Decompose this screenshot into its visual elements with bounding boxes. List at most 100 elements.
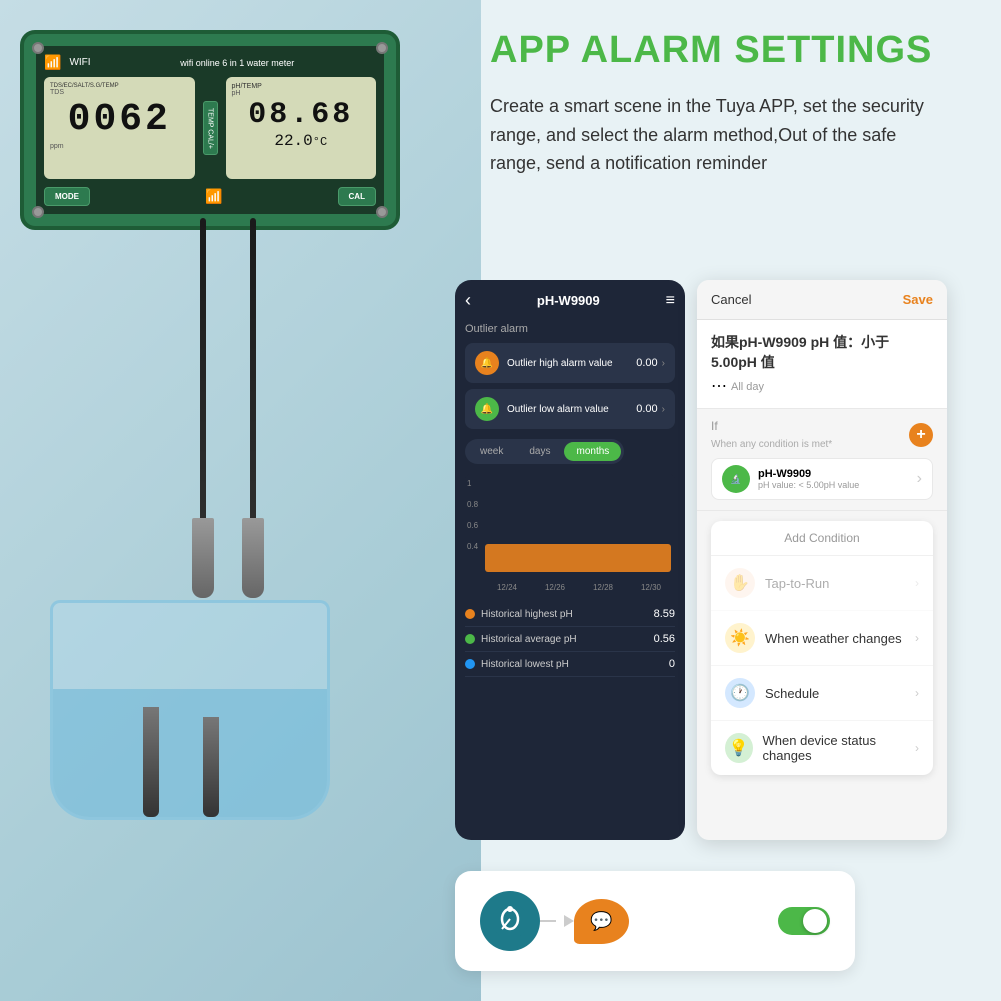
option-weather-changes[interactable]: ☀️ When weather changes › bbox=[711, 611, 933, 666]
chevron-schedule: › bbox=[915, 686, 919, 700]
header-area: APP ALARM SETTINGS Create a smart scene … bbox=[490, 30, 970, 178]
tds-unit-label: TDS bbox=[50, 89, 189, 96]
screw-bl bbox=[32, 206, 44, 218]
probe-tip-left bbox=[192, 518, 214, 598]
y-label-4: 0.4 bbox=[467, 542, 478, 551]
sun-icon: ☀️ bbox=[725, 623, 755, 653]
stat-lowest-value: 0 bbox=[669, 658, 675, 670]
condition-device-icon: 🔬 bbox=[722, 465, 750, 493]
chevron-device: › bbox=[917, 470, 922, 488]
bottom-card: 💬 bbox=[455, 871, 855, 971]
chart-x-labels: 12/24 12/26 12/28 12/30 bbox=[483, 583, 675, 592]
center-buttons: TEMP CAL/+ bbox=[203, 77, 218, 179]
stat-average-label: Historical average pH bbox=[481, 634, 577, 645]
alarm-row-low[interactable]: 🔔 Outlier low alarm value 0.00 › bbox=[465, 389, 675, 429]
period-selector: week days months bbox=[465, 439, 624, 464]
wifi-icon: 📶 bbox=[44, 54, 61, 71]
ph-panel-label: pH/TEMP bbox=[232, 83, 262, 90]
meter-displays: TDS/EC/SALT/S.G/TEMP TDS 0062 ppm TEMP C… bbox=[44, 77, 376, 179]
alarm-icon-low: 🔔 bbox=[475, 397, 499, 421]
wifi-label: WIFI bbox=[69, 57, 90, 68]
save-button[interactable]: Save bbox=[903, 292, 933, 307]
option-tap-to-run: ✋ Tap-to-Run › bbox=[711, 556, 933, 611]
ph-unit-label: pH bbox=[232, 90, 371, 97]
device-name: pH-W9909 bbox=[758, 468, 859, 480]
tap-to-run-label: Tap-to-Run bbox=[765, 576, 829, 591]
temp-cal-btn[interactable]: TEMP CAL/+ bbox=[203, 101, 218, 156]
ppm-label: ppm bbox=[50, 143, 189, 150]
chat-bubble: 💬 bbox=[574, 899, 629, 944]
temp-num: 22.0 bbox=[274, 132, 312, 150]
condition-header: Cancel Save bbox=[697, 280, 947, 320]
option-schedule[interactable]: 🕐 Schedule › bbox=[711, 666, 933, 721]
add-condition-title: Add Condition bbox=[711, 521, 933, 556]
alarm-row-high[interactable]: 🔔 Outlier high alarm value 0.00 › bbox=[465, 343, 675, 383]
weather-changes-label: When weather changes bbox=[765, 631, 902, 646]
hand-icon: ✋ bbox=[725, 568, 755, 598]
stat-highest-value: 8.59 bbox=[654, 608, 675, 620]
glass-body bbox=[50, 600, 330, 820]
mode-btn[interactable]: MODE bbox=[44, 187, 90, 206]
meter-content: 📶 WIFI wifi online 6 in 1 water meter TD… bbox=[36, 46, 384, 214]
wifi-sym: 📶 bbox=[205, 188, 222, 205]
phone-app-screen: ‹ pH-W9909 ≡ Outlier alarm 🔔 Outlier hig… bbox=[455, 280, 685, 840]
cal-btn[interactable]: CAL bbox=[338, 187, 376, 206]
alarm-high-value: 0.00 bbox=[636, 357, 657, 369]
x-label-2: 12/26 bbox=[545, 583, 565, 592]
add-condition-icon[interactable]: + bbox=[909, 423, 933, 447]
meter-header: 📶 WIFI wifi online 6 in 1 water meter bbox=[44, 54, 376, 71]
dot-average bbox=[465, 634, 475, 644]
x-label-4: 12/30 bbox=[641, 583, 661, 592]
phone-header: ‹ pH-W9909 ≡ bbox=[465, 290, 675, 311]
y-label-1: 1 bbox=[467, 479, 478, 488]
y-label-2: 0.8 bbox=[467, 500, 478, 509]
period-months[interactable]: months bbox=[564, 442, 621, 461]
menu-icon[interactable]: ≡ bbox=[666, 292, 675, 310]
option-device-status[interactable]: 💡 When device status changes › bbox=[711, 721, 933, 775]
device-status-label: When device status changes bbox=[763, 733, 915, 763]
screw-tl bbox=[32, 42, 44, 54]
meter-model-label: wifi online 6 in 1 water meter bbox=[99, 58, 376, 68]
water-glass bbox=[50, 600, 350, 860]
alarm-icon-high: 🔔 bbox=[475, 351, 499, 375]
arrow-line bbox=[540, 920, 556, 922]
toggle-switch[interactable] bbox=[778, 907, 830, 935]
alarm-high-label: Outlier high alarm value bbox=[507, 358, 613, 369]
if-section: If When any condition is met* + 🔬 pH-W99… bbox=[697, 409, 947, 511]
period-days[interactable]: days bbox=[517, 442, 562, 461]
clock-icon: 🕐 bbox=[725, 678, 755, 708]
dot-highest bbox=[465, 609, 475, 619]
chart-area: 1 0.8 0.6 0.4 12/24 12/26 12/28 12/30 bbox=[465, 474, 675, 594]
alarm-low-label: Outlier low alarm value bbox=[507, 404, 609, 415]
all-day-label: All day bbox=[731, 381, 764, 393]
stat-highest: Historical highest pH 8.59 bbox=[465, 602, 675, 627]
dot-icon: ⋯ bbox=[711, 376, 727, 396]
chevron-high: › bbox=[662, 358, 665, 369]
stats-section: Historical highest pH 8.59 Historical av… bbox=[465, 602, 675, 677]
page-title: APP ALARM SETTINGS bbox=[490, 30, 970, 72]
if-condition-row[interactable]: 🔬 pH-W9909 pH value: < 5.00pH value › bbox=[711, 458, 933, 500]
meter-footer: MODE 📶 CAL bbox=[44, 187, 376, 206]
meter-body: 📶 WIFI wifi online 6 in 1 water meter TD… bbox=[20, 30, 400, 230]
ph-value: 08.68 bbox=[232, 98, 371, 132]
chevron-tap: › bbox=[915, 576, 919, 590]
cables bbox=[120, 218, 320, 648]
temp-unit: °C bbox=[313, 135, 327, 149]
schedule-label: Schedule bbox=[765, 686, 819, 701]
condition-name: 如果pH-W9909 pH 值：小于 5.00pH 值 bbox=[711, 332, 933, 372]
period-week[interactable]: week bbox=[468, 442, 515, 461]
back-icon[interactable]: ‹ bbox=[465, 290, 471, 311]
device-icon: 💡 bbox=[725, 733, 753, 763]
dot-lowest bbox=[465, 659, 475, 669]
device-meter: 📶 WIFI wifi online 6 in 1 water meter TD… bbox=[20, 30, 410, 250]
tuya-logo bbox=[480, 891, 540, 951]
screw-tr bbox=[376, 42, 388, 54]
outlier-alarm-title: Outlier alarm bbox=[465, 323, 675, 335]
condition-info: 如果pH-W9909 pH 值：小于 5.00pH 值 ⋯ All day bbox=[697, 320, 947, 409]
temp-value: 22.0°C bbox=[232, 132, 371, 150]
chart-bar bbox=[485, 544, 671, 572]
alarm-low-value: 0.00 bbox=[636, 403, 657, 415]
cancel-button[interactable]: Cancel bbox=[711, 292, 751, 307]
stat-average: Historical average pH 0.56 bbox=[465, 627, 675, 652]
tds-value: 0062 bbox=[50, 98, 189, 141]
